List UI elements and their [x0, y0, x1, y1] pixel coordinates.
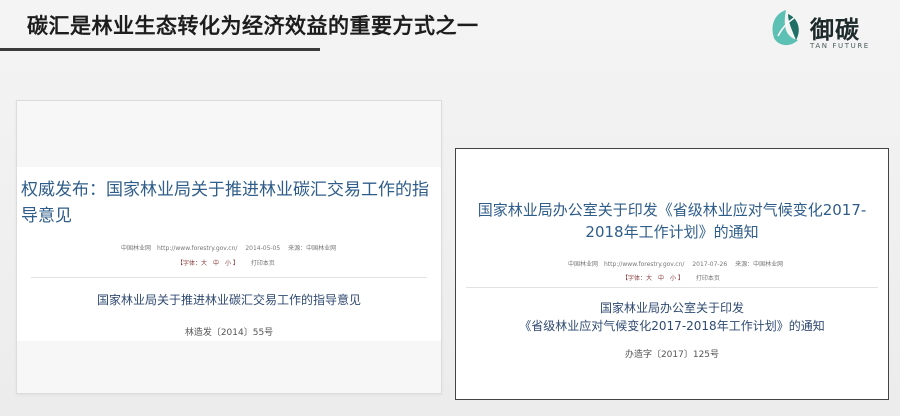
right-doc-subheading-line2: 《省级林业应对气候变化2017-2018年工作计划》的通知: [519, 319, 825, 333]
left-doc-subheading: 国家林业局关于推进林业碳汇交易工作的指导意见: [96, 293, 361, 307]
right-doc-subheading-line1: 国家林业局办公室关于印发: [599, 301, 744, 315]
print-link[interactable]: 打印本页: [696, 275, 720, 282]
logo-english-text: TAN FUTURE: [810, 42, 870, 50]
left-doc-bottom-band: [17, 341, 441, 393]
left-doc-number: 林造发〔2014〕55号: [184, 328, 274, 338]
right-doc-heading-line2: 2018年工作计划》的通知: [585, 223, 759, 241]
right-doc-meta: 中国林业网 http://www.forestry.gov.cn/ 2017-0…: [568, 261, 784, 268]
leaf-logo-icon: [772, 10, 799, 46]
title-bar: 碳汇是林业生态转化为经济效益的重要方式之一 御碳 TAN FUTURE: [0, 0, 900, 60]
left-document-card: 权威发布：国家林业局关于推进林业碳汇交易工作的指导意见 中国林业网 http:/…: [16, 100, 442, 394]
logo-chinese-text: 御碳: [810, 16, 860, 44]
left-doc-font-controls[interactable]: 【字体：大 中 小 】 打印本页: [177, 258, 275, 267]
left-doc-top-band: [17, 101, 441, 167]
left-doc-heading: 权威发布：国家林业局关于推进林业碳汇交易工作的指导意见: [21, 180, 429, 226]
title-underline: [0, 48, 320, 51]
right-doc-number: 办造字〔2017〕125号: [624, 350, 720, 360]
brand-logo: 御碳 TAN FUTURE: [768, 8, 888, 56]
font-size-controls[interactable]: 【字体：大 中 小 】: [622, 275, 684, 282]
right-doc-divider: [466, 287, 878, 288]
right-document-card: 国家林业局办公室关于印发《省级林业应对气候变化2017- 2018年工作计划》的…: [455, 148, 889, 400]
font-size-controls[interactable]: 【字体：大 中 小 】: [177, 260, 239, 267]
print-link[interactable]: 打印本页: [251, 260, 275, 267]
right-doc-heading-line1: 国家林业局办公室关于印发《省级林业应对气候变化2017-: [477, 201, 867, 219]
slide-title: 碳汇是林业生态转化为经济效益的重要方式之一: [27, 14, 479, 38]
right-doc-font-controls[interactable]: 【字体：大 中 小 】 打印本页: [622, 273, 720, 282]
left-doc-meta: 中国林业网 http://www.forestry.gov.cn/ 2014-0…: [121, 245, 337, 252]
left-doc-divider: [31, 277, 427, 278]
